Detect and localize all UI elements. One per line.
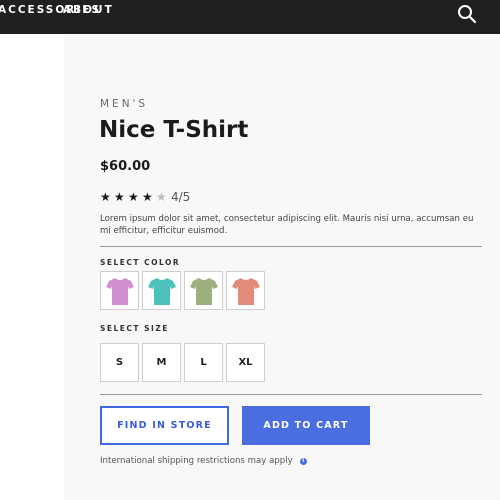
- tshirt-coral-icon: [231, 277, 260, 305]
- star-empty-icon: ★: [156, 190, 167, 204]
- color-swatch-pink[interactable]: [100, 271, 139, 310]
- size-option-m[interactable]: M: [142, 343, 181, 382]
- color-swatch-coral[interactable]: [226, 271, 265, 310]
- product-title: Nice T-Shirt: [99, 117, 249, 143]
- color-swatch-olive[interactable]: [184, 271, 223, 310]
- shipping-note-text: International shipping restrictions may …: [100, 456, 293, 466]
- tshirt-olive-icon: [189, 277, 218, 305]
- top-navbar: ACCESSORIES ABOUT: [0, 0, 500, 34]
- select-size-label: SELECT SIZE: [100, 324, 169, 333]
- size-option-xl[interactable]: XL: [226, 343, 265, 382]
- tshirt-teal-icon: [147, 277, 176, 305]
- shipping-note: International shipping restrictions may …: [100, 456, 307, 466]
- divider: [100, 394, 482, 395]
- search-button[interactable]: [456, 3, 478, 25]
- add-to-cart-button[interactable]: ADD TO CART: [242, 406, 370, 445]
- size-option-l[interactable]: L: [184, 343, 223, 382]
- divider: [100, 246, 482, 247]
- star-filled-icon: ★: [128, 190, 139, 204]
- find-in-store-button[interactable]: FIND IN STORE: [100, 406, 229, 445]
- star-filled-icon: ★: [100, 190, 111, 204]
- product-description: Lorem ipsum dolor sit amet, consectetur …: [100, 214, 474, 236]
- select-color-label: SELECT COLOR: [100, 258, 181, 267]
- product-category: MEN'S: [100, 98, 149, 110]
- color-swatch-teal[interactable]: [142, 271, 181, 310]
- left-gutter: [0, 34, 64, 500]
- rating-text: 4/5: [171, 190, 191, 204]
- nav-link-about[interactable]: ABOUT: [63, 4, 114, 16]
- star-filled-icon: ★: [114, 190, 125, 204]
- size-option-list: S M L XL: [100, 343, 268, 382]
- info-icon[interactable]: i: [299, 457, 307, 465]
- search-icon: [458, 5, 477, 24]
- color-swatch-list: [100, 271, 268, 310]
- tshirt-pink-icon: [105, 277, 134, 305]
- star-filled-icon: ★: [142, 190, 153, 204]
- product-rating: ★ ★ ★ ★ ★ 4/5: [100, 189, 190, 205]
- product-price: $60.00: [100, 159, 151, 174]
- size-option-s[interactable]: S: [100, 343, 139, 382]
